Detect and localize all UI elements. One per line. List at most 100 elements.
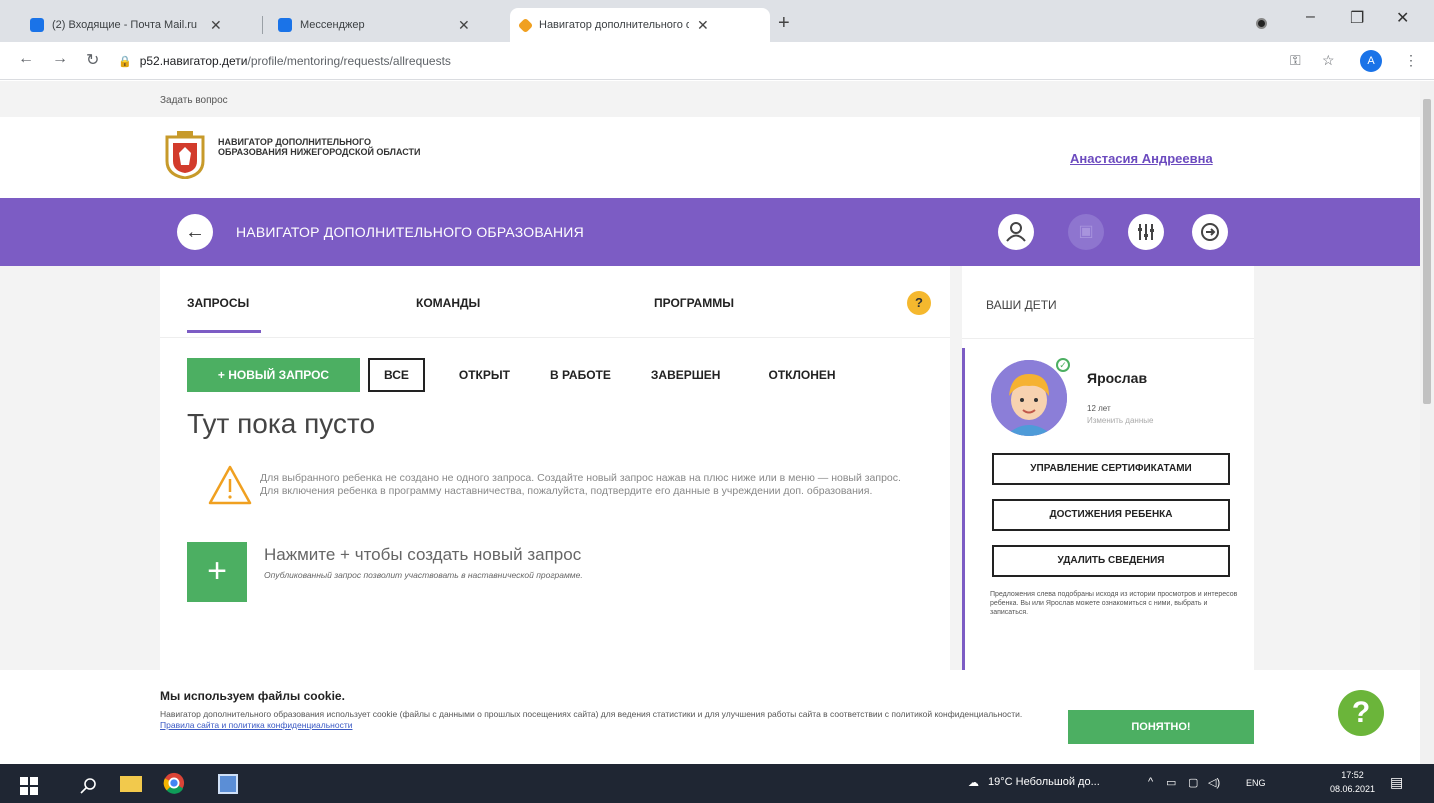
bar-title: НАВИГАТОР ДОПОЛНИТЕЛЬНОГО ОБРАЗОВАНИЯ [236,224,584,240]
tab-requests[interactable]: ЗАПРОСЫ [187,296,249,310]
warning-message: Для выбранного ребенка не создано не одн… [260,472,901,497]
logout-icon[interactable] [1192,214,1228,250]
tab-divider [262,16,263,34]
back-arrow-icon[interactable]: ← [177,214,213,250]
filter-rejected[interactable]: ОТКЛОНЕН [768,368,835,382]
coat-of-arms-logo[interactable] [163,131,207,179]
browser-tab-mail[interactable]: (2) Входящие - Почта Mail.ru ✕ [20,8,232,42]
browser-toolbar: ← → ↻ 🔒 p52.навигатор.дети /profile/ment… [0,42,1434,80]
navigator-favicon-icon [517,17,534,33]
close-icon[interactable]: ✕ [458,17,470,34]
reload-icon[interactable]: ↻ [86,50,99,70]
restore-icon[interactable]: ❐ [1350,8,1364,28]
requests-tabs: ЗАПРОСЫ КОМАНДЫ ПРОГРАММЫ ? [160,266,950,338]
divider [962,338,1254,339]
notifications-icon[interactable]: ▤ [1390,774,1403,791]
close-icon[interactable]: ✕ [210,17,222,34]
cookie-banner: Мы используем файлы cookie. Навигатор до… [0,670,1420,764]
delete-data-button[interactable]: УДАЛИТЬ СВЕДЕНИЯ [992,545,1230,577]
cookie-text: Навигатор дополнительного образования ис… [160,709,1040,731]
lock-icon: 🔒 [118,55,132,68]
help-question-icon[interactable]: ? [1338,690,1384,736]
tab-programs[interactable]: ПРОГРАММЫ [654,296,734,310]
close-icon[interactable]: ✕ [697,17,709,34]
back-arrow-icon[interactable]: ← [18,50,34,68]
scrollbar-thumb[interactable] [1423,99,1431,404]
windows-start-icon[interactable] [20,775,38,797]
window-close-icon[interactable]: ✕ [1396,8,1409,28]
windows-taskbar: ☁ 19°C Небольшой до... ^ ▭ ▢ ◁) ENG 17:5… [0,764,1434,803]
app-icon[interactable] [218,774,238,794]
forward-arrow-icon[interactable]: → [52,50,68,68]
create-request-title: Нажмите + чтобы создать новый запрос [264,545,582,564]
site-header: НАВИГАТОР ДОПОЛНИТЕЛЬНОГО ОБРАЗОВАНИЯ НИ… [0,117,1420,199]
active-tab-indicator [187,330,261,333]
verified-check-icon: ✓ [1056,358,1070,372]
tab-teams[interactable]: КОМАНДЫ [416,296,480,310]
address-bar[interactable]: 🔒 p52.навигатор.дети /profile/mentoring/… [118,48,1268,74]
filter-in-progress[interactable]: В РАБОТЕ [550,368,611,382]
user-name-link[interactable]: Анастасия Андреевна [1070,151,1213,166]
child-name: Ярослав [1087,370,1148,386]
browser-tab-messenger[interactable]: Мессенджер ✕ [268,8,480,42]
clock-time: 17:52 [1341,770,1364,780]
weather-widget[interactable]: 19°C Небольшой до... [988,776,1100,788]
minimize-icon[interactable]: – [1306,8,1315,26]
status-filter-row: + НОВЫЙ ЗАПРОС ВСЕ ОТКРЫТ В РАБОТЕ ЗАВЕР… [187,358,836,392]
cookie-title: Мы используем файлы cookie. [160,689,345,703]
language-indicator[interactable]: ENG [1246,778,1266,788]
empty-state-title: Тут пока пусто [187,408,376,439]
settings-sliders-icon[interactable] [1128,214,1164,250]
page-scrollbar[interactable] [1420,81,1434,764]
tab-title: Мессенджер [300,19,365,31]
search-icon[interactable] [80,775,98,797]
privacy-policy-link[interactable]: Правила сайта и политика конфиденциально… [160,720,353,730]
cookie-accept-button[interactable]: ПОНЯТНО! [1068,710,1254,744]
profile-icon[interactable] [998,214,1034,250]
key-icon[interactable]: ⚿ [1290,52,1301,69]
site-logo-text[interactable]: НАВИГАТОР ДОПОЛНИТЕЛЬНОГО ОБРАЗОВАНИЯ НИ… [218,137,438,157]
url-host: p52.навигатор.дети [139,54,248,68]
sidebar-title: ВАШИ ДЕТИ [986,298,1057,312]
tab-title: (2) Входящие - Почта Mail.ru [52,19,198,31]
cookie-description: Навигатор дополнительного образования ис… [160,709,1023,719]
child-age: 12 лет [1087,404,1111,413]
new-request-button[interactable]: + НОВЫЙ ЗАПРОС [187,358,360,392]
create-request-subtitle: Опубликованный запрос позволит участвова… [264,570,583,580]
manage-certificates-button[interactable]: УПРАВЛЕНИЕ СЕРТИФИКАТАМИ [992,453,1230,485]
star-icon[interactable]: ☆ [1322,52,1335,69]
display-icon[interactable]: ▢ [1188,776,1198,789]
filter-completed[interactable]: ЗАВЕРШЕН [651,368,721,382]
chrome-icon[interactable] [162,772,186,794]
child-achievements-button[interactable]: ДОСТИЖЕНИЯ РЕБЕНКА [992,499,1230,531]
cube-icon[interactable]: ▣ [1068,214,1104,250]
warning-icon [208,465,252,505]
edit-child-data-link[interactable]: Изменить данные [1087,416,1153,425]
file-explorer-icon[interactable] [120,776,142,792]
network-icon[interactable]: ▭ [1166,776,1176,789]
weather-cloud-icon[interactable]: ☁ [968,776,979,789]
filter-open[interactable]: ОТКРЫТ [459,368,510,382]
record-icon[interactable] [1256,18,1267,29]
help-icon[interactable]: ? [907,291,931,315]
browser-tab-strip: (2) Входящие - Почта Mail.ru ✕ Мессендже… [0,0,1434,42]
filter-all[interactable]: ВСЕ [368,358,425,392]
clock[interactable]: 17:52 08.06.2021 [1330,768,1375,796]
profile-avatar[interactable]: A [1360,50,1382,72]
tab-title: Навигатор дополнительного о [539,19,689,31]
menu-dots-icon[interactable]: ⋮ [1404,52,1418,69]
create-request-plus-button[interactable]: + [187,542,247,602]
volume-icon[interactable]: ◁) [1208,776,1220,789]
url-path: /profile/mentoring/requests/allrequests [247,54,451,68]
ask-question-link[interactable]: Задать вопрос [160,95,228,106]
clock-date: 08.06.2021 [1330,784,1376,794]
new-tab-button[interactable]: + [778,12,790,35]
messenger-icon [278,18,292,32]
page-viewport: Задать вопрос НАВИГАТОР ДОПОЛНИТЕЛЬНОГО … [0,81,1420,764]
browser-tab-navigator[interactable]: Навигатор дополнительного о ✕ [510,8,770,42]
sidebar-note: Предложения слева подобраны исходя из ис… [990,591,1238,616]
navigation-bar: ← НАВИГАТОР ДОПОЛНИТЕЛЬНОГО ОБРАЗОВАНИЯ … [0,198,1420,266]
mail-icon [30,18,44,32]
child-avatar[interactable] [991,360,1067,436]
tray-chevron-icon[interactable]: ^ [1148,776,1153,788]
